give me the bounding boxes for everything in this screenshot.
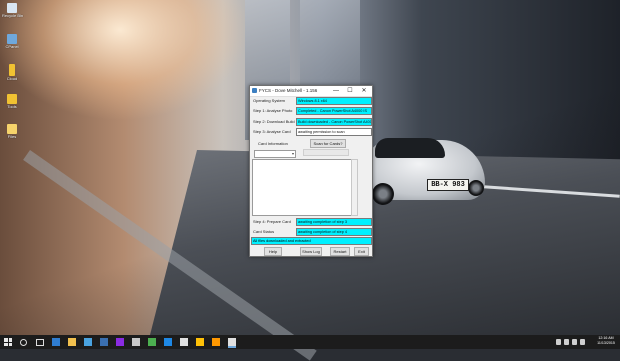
desktop-icon-label: Recycle Bin bbox=[2, 13, 24, 18]
search-icon[interactable] bbox=[20, 339, 27, 346]
store-icon[interactable] bbox=[84, 338, 92, 346]
app-icon[interactable] bbox=[148, 338, 156, 346]
app-icon[interactable] bbox=[100, 338, 108, 346]
file-explorer-icon[interactable] bbox=[68, 338, 76, 346]
tray-chevron-icon[interactable] bbox=[556, 339, 561, 345]
step3-label: Step 3: Analyse Card bbox=[253, 129, 291, 134]
app-icon bbox=[252, 88, 257, 93]
file-icon bbox=[9, 64, 15, 76]
help-button[interactable]: Help bbox=[264, 247, 282, 256]
app-icon[interactable] bbox=[132, 338, 140, 346]
step3-field: awaiting permission to scan bbox=[296, 128, 372, 136]
os-label: Operating System bbox=[253, 98, 286, 103]
card-info-label: Card Information bbox=[258, 141, 288, 146]
app-icon[interactable] bbox=[228, 338, 236, 348]
wallpaper-car-plate: BB-X 983 bbox=[427, 179, 469, 191]
step1-label: Step 1: Analyse Photo bbox=[253, 108, 293, 113]
taskbar: 12:16 AM 11/13/2015 bbox=[0, 335, 620, 349]
app-icon[interactable] bbox=[116, 338, 124, 346]
app-icon[interactable] bbox=[196, 338, 204, 346]
desktop-icon-cpanel[interactable]: CPanel bbox=[2, 34, 22, 49]
minimize-button[interactable]: — bbox=[331, 87, 341, 95]
app-icon[interactable] bbox=[180, 338, 188, 346]
scan-for-cards-button[interactable]: Scan for Cards? bbox=[310, 139, 346, 148]
chevron-down-icon: ▾ bbox=[291, 151, 294, 156]
wallpaper-car-wheel bbox=[372, 183, 394, 205]
os-field: Windows 8.1 x64 bbox=[296, 97, 372, 105]
control-panel-icon bbox=[7, 34, 17, 44]
desktop-icon-label: Cloud bbox=[6, 76, 18, 81]
taskbar-clock[interactable]: 12:16 AM 11/13/2015 bbox=[594, 336, 618, 346]
folder-icon bbox=[7, 94, 17, 104]
window-title: FYCS - Dove Mitchell - 1.156 bbox=[259, 88, 318, 93]
card-status-field: awaiting completion of step 4 bbox=[296, 228, 372, 236]
title-bar[interactable]: FYCS - Dove Mitchell - 1.156 — ☐ ✕ bbox=[250, 86, 372, 97]
edge-icon[interactable] bbox=[52, 338, 60, 346]
exit-button[interactable]: Exit bbox=[354, 247, 369, 256]
desktop-icon-recycle-bin[interactable]: Recycle Bin bbox=[2, 3, 24, 18]
folder-icon bbox=[7, 124, 17, 134]
desktop-icon-label: Tools bbox=[7, 104, 17, 109]
wallpaper-car-window bbox=[375, 138, 445, 158]
app-icon[interactable] bbox=[212, 338, 220, 346]
disabled-action-button[interactable] bbox=[303, 149, 349, 156]
app-window: FYCS - Dove Mitchell - 1.156 — ☐ ✕ Opera… bbox=[249, 85, 373, 257]
show-log-button[interactable]: Show Log bbox=[300, 247, 322, 256]
desktop-icon-label: CPanel bbox=[5, 44, 19, 49]
wallpaper-car-wheel bbox=[468, 180, 484, 196]
close-button[interactable]: ✕ bbox=[359, 87, 369, 95]
card-status-label: Card Status bbox=[253, 229, 275, 234]
clock-date: 11/13/2015 bbox=[597, 341, 615, 345]
notification-icon[interactable] bbox=[580, 339, 585, 345]
status-line: All files downloaded and extracted bbox=[251, 237, 372, 245]
step4-field: awaiting completion of step 3 bbox=[296, 218, 372, 226]
network-icon[interactable] bbox=[564, 339, 569, 345]
card-details-textarea[interactable] bbox=[252, 159, 353, 216]
maximize-button[interactable]: ☐ bbox=[345, 87, 355, 95]
step2-field: Build downloaded - Canon PowerShot A4000… bbox=[296, 118, 372, 126]
step2-label: Step 2: Download Build bbox=[253, 119, 295, 124]
card-select[interactable]: ▾ bbox=[254, 150, 296, 158]
step4-label: Step 4: Prepare Card bbox=[253, 219, 291, 224]
volume-icon[interactable] bbox=[572, 339, 577, 345]
app-icon[interactable] bbox=[164, 338, 172, 346]
recycle-bin-icon bbox=[7, 3, 17, 13]
restart-button[interactable]: Restart bbox=[330, 247, 350, 256]
desktop-icon-tools[interactable]: Tools bbox=[2, 94, 22, 109]
desktop-icon-files[interactable]: Files bbox=[2, 124, 22, 139]
step1-field: Completed - Canon PowerShot A4000 IS bbox=[296, 107, 372, 115]
windows-start-icon[interactable] bbox=[4, 338, 12, 346]
task-view-icon[interactable] bbox=[36, 339, 44, 346]
textarea-scrollbar[interactable] bbox=[351, 159, 358, 216]
desktop-icon-cloud[interactable]: Cloud bbox=[2, 64, 22, 81]
desktop-icon-label: Files bbox=[7, 134, 17, 139]
